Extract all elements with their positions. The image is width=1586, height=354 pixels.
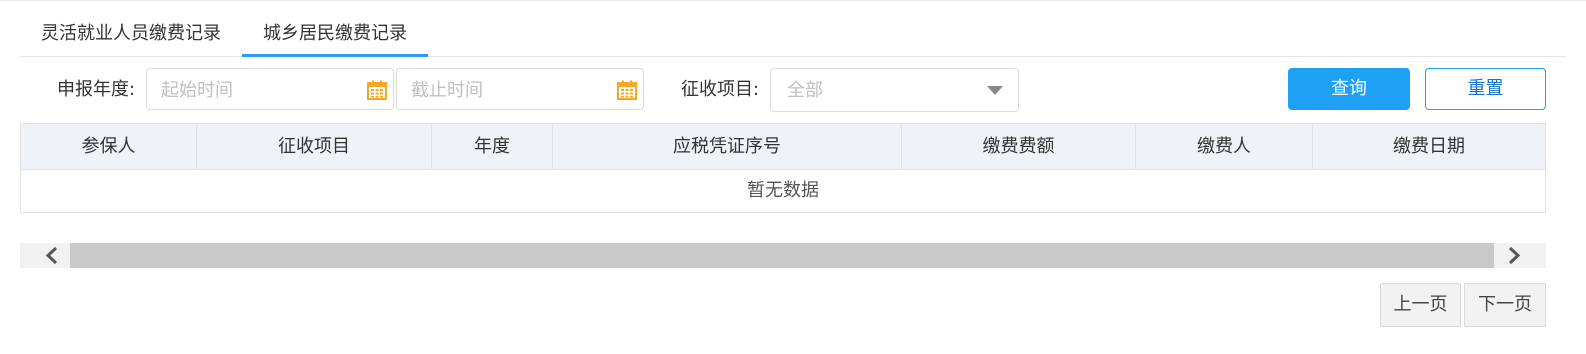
top-divider [0, 0, 1586, 1]
reset-button[interactable]: 重置 [1425, 68, 1546, 110]
horizontal-scrollbar[interactable] [20, 243, 1546, 268]
column-header-insured: 参保人 [21, 124, 197, 169]
scrollbar-thumb[interactable] [70, 243, 1494, 268]
column-header-payer: 缴费人 [1136, 124, 1313, 169]
next-page-button[interactable]: 下一页 [1464, 283, 1546, 327]
start-date-field[interactable] [146, 68, 394, 111]
end-date-input[interactable] [397, 69, 613, 111]
column-header-payment-date: 缴费日期 [1393, 136, 1465, 157]
calendar-icon[interactable] [367, 80, 387, 100]
scroll-right-button[interactable] [1496, 243, 1546, 268]
tab-bar: 灵活就业人员缴费记录 城乡居民缴费记录 [20, 14, 1566, 57]
prev-page-button[interactable]: 上一页 [1380, 283, 1461, 327]
column-header-voucher-number: 应税凭证序号 [553, 124, 902, 169]
empty-state-text: 暂无数据 [747, 180, 819, 201]
tab-flexible-employment[interactable]: 灵活就业人员缴费记录 [20, 14, 242, 56]
tab-urban-rural-residents[interactable]: 城乡居民缴费记录 [242, 14, 428, 57]
start-date-input[interactable] [147, 69, 363, 111]
collection-item-select[interactable]: 全部 [770, 68, 1019, 112]
column-header-collection-item: 征收项目 [197, 124, 432, 169]
table-header: 参保人 征收项目 年度 应税凭证序号 缴费费额 缴费人 缴费日期 [21, 124, 1545, 170]
year-label: 申报年度: [57, 79, 136, 100]
records-table: 参保人 征收项目 年度 应税凭证序号 缴费费额 缴费人 缴费日期 暂无数据 [20, 123, 1546, 213]
query-button[interactable]: 查询 [1288, 68, 1410, 110]
end-date-field[interactable] [396, 68, 644, 111]
collection-item-value: 全部 [787, 80, 823, 101]
scroll-left-button[interactable] [20, 243, 70, 268]
column-header-amount: 缴费费额 [902, 124, 1136, 169]
collection-item-label: 征收项目: [681, 79, 760, 100]
chevron-right-icon [1508, 246, 1521, 265]
chevron-down-icon[interactable] [987, 86, 1003, 95]
calendar-icon[interactable] [617, 80, 637, 100]
column-header-year: 年度 [432, 124, 553, 169]
chevron-left-icon [45, 246, 58, 265]
